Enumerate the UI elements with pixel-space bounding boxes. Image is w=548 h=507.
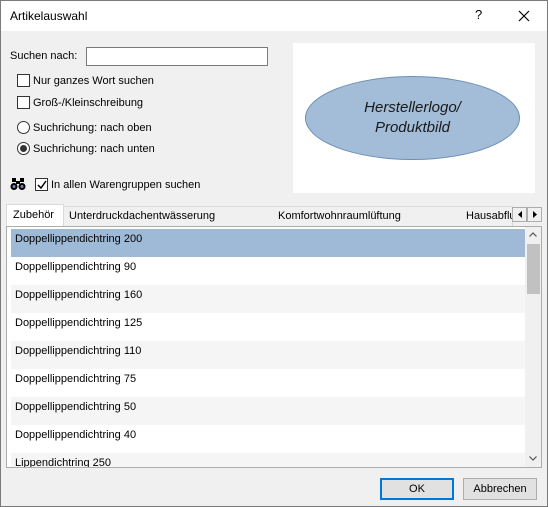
article-selection-dialog: Artikelauswahl ? Suchen nach: Nur ganzes… [0,0,548,507]
chevron-right-icon [532,211,537,218]
whole-word-label: Nur ganzes Wort suchen [33,75,154,87]
direction-down-label: Suchrichung: nach unten [33,143,155,155]
ok-button[interactable]: OK [380,478,454,500]
close-button[interactable] [511,5,537,27]
list-item[interactable]: Doppellippendichtring 160 [11,285,525,313]
title-bar: Artikelauswahl ? [1,1,547,31]
search-label: Suchen nach: [10,50,78,62]
help-button[interactable]: ? [475,7,482,22]
category-tabs: Unterdruckdachentwässerung Komfortwohnra… [6,204,542,227]
binoculars-icon[interactable] [10,177,26,191]
tab-hausabfluss[interactable]: Hausabflu [460,206,513,226]
case-sensitive-label: Groß-/Kleinschreibung [33,97,144,109]
scroll-down-button[interactable] [525,451,541,467]
direction-up-label: Suchrichung: nach oben [33,122,152,134]
list-item[interactable]: Doppellippendichtring 90 [11,257,525,285]
logo-placeholder-ellipse: Herstellerlogo/ Produktbild [305,76,520,160]
whole-word-checkbox[interactable] [17,74,30,87]
tab-komfortwohnraumlueftung[interactable]: Komfortwohnraumlüftung [272,206,461,226]
search-input[interactable] [86,47,268,66]
chevron-down-icon [529,456,537,461]
article-list[interactable]: Doppellippendichtring 200 Doppellippendi… [6,226,542,468]
list-item[interactable]: Doppellippendichtring 125 [11,313,525,341]
case-sensitive-checkbox[interactable] [17,96,30,109]
tab-scroll-left-button[interactable] [512,207,527,222]
direction-down-radio[interactable] [17,142,30,155]
window-title: Artikelauswahl [10,9,88,23]
direction-up-radio[interactable] [17,121,30,134]
tab-unterdruckdachentwaesserung[interactable]: Unterdruckdachentwässerung [63,206,273,226]
list-item[interactable]: Doppellippendichtring 200 [11,229,525,257]
checkmark-icon [37,180,47,190]
list-item[interactable]: Doppellippendichtring 40 [11,425,525,453]
all-groups-label: In allen Warengruppen suchen [51,179,201,191]
chevron-left-icon [517,211,522,218]
scroll-up-button[interactable] [525,227,541,243]
list-scrollbar[interactable] [525,227,541,467]
close-icon [518,10,530,22]
tab-zubehoer[interactable]: Zubehör [6,204,64,227]
tab-scroll-right-button[interactable] [527,207,542,222]
cancel-button[interactable]: Abbrechen [463,478,537,500]
list-item[interactable]: Doppellippendichtring 50 [11,397,525,425]
all-groups-checkbox[interactable] [35,178,48,191]
list-item[interactable]: Lippendichtring 250 [11,453,525,467]
manufacturer-logo-panel: Herstellerlogo/ Produktbild [293,43,535,193]
list-item[interactable]: Doppellippendichtring 75 [11,369,525,397]
chevron-up-icon [529,232,537,237]
scrollbar-thumb[interactable] [527,244,540,294]
list-item[interactable]: Doppellippendichtring 110 [11,341,525,369]
logo-placeholder-text: Herstellerlogo/ Produktbild [364,99,461,136]
